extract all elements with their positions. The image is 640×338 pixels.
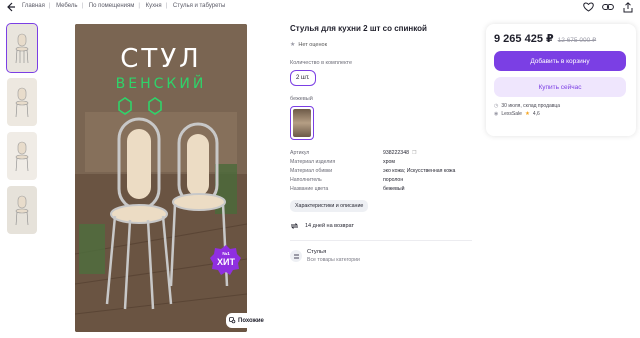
spec-value[interactable]: 938222348 (383, 149, 409, 158)
thumbnail-4[interactable] (7, 186, 37, 234)
product-info: Стулья для кухни 2 шт со спинкой ★ Нет о… (290, 24, 480, 263)
spec-key: Материал обивки (290, 168, 333, 174)
breadcrumb-item-rooms[interactable]: По помещениям (89, 3, 135, 9)
star-icon: ★ (290, 42, 296, 48)
return-policy[interactable]: 14 дней на возврат (290, 222, 480, 230)
seller-info[interactable]: ◉ LexsSale ★ 4,6 (494, 111, 628, 117)
link-icon[interactable] (602, 1, 614, 13)
category-subtitle: Все товары категории (307, 257, 360, 263)
color-label: бежевый (290, 96, 313, 102)
category-name: Стулья (307, 249, 327, 255)
spec-row: Материал обивки эко кожа; Искусственная … (290, 167, 475, 176)
seller-star-icon: ★ (524, 111, 530, 117)
characteristics-button[interactable]: Характеристики и описание (290, 200, 369, 212)
similar-button[interactable]: Похожие (226, 313, 270, 328)
delivery-text: 30 июля, склад продавца (501, 103, 561, 109)
spec-table: Артикул 938222348 ❐ Материал изделия хро… (290, 149, 475, 194)
quantity-label: Количество в комплекте (290, 60, 353, 66)
delivery-info: ◷ 30 июля, склад продавца (494, 103, 628, 109)
thumbnail-1[interactable] (6, 23, 38, 73)
breadcrumb-item-chairs[interactable]: Стулья и табуреты (173, 3, 225, 9)
clock-icon: ◷ (494, 103, 499, 109)
current-price: 9 265 425 ₽ (494, 33, 554, 45)
return-text: 14 дней на возврат (305, 223, 354, 229)
seller-icon: ◉ (494, 111, 499, 117)
category-icon (290, 250, 302, 262)
color-option-beige[interactable] (290, 106, 314, 140)
spec-row: Артикул 938222348 ❐ (290, 149, 475, 158)
spec-key: Материал изделия (290, 159, 336, 165)
spec-value: эко кожа; Искусственная кожа (383, 168, 456, 174)
spec-key: Артикул (290, 150, 310, 156)
spec-row: Материал изделия хром (290, 158, 475, 167)
hit-badge-label: ХИТ (217, 257, 235, 267)
category-link[interactable]: Стулья Все товары категории (290, 249, 480, 263)
similar-label: Похожие (238, 317, 264, 324)
buy-now-button[interactable]: Купить сейчас (494, 77, 626, 97)
copy-icon[interactable]: ❐ (412, 149, 416, 158)
heart-icon[interactable] (582, 1, 594, 13)
thumbnail-strip (6, 23, 38, 240)
product-title: Стулья для кухни 2 шт со спинкой (290, 24, 427, 33)
spec-row: Название цвета бежевый (290, 185, 475, 194)
spec-value: поролон (383, 177, 404, 183)
divider (290, 240, 472, 241)
breadcrumb-item-kitchen[interactable]: Кухня (146, 3, 162, 9)
back-arrow-icon[interactable] (6, 2, 16, 12)
add-to-cart-button[interactable]: Добавить в корзину (494, 51, 626, 71)
hit-badge-number: №1 (222, 251, 230, 256)
product-main-image[interactable]: СТУЛ ВЕНСКИЙ №1 ХИТ (75, 24, 247, 332)
breadcrumb: Главная | Мебель | По помещениям | Кухня | С… (22, 3, 226, 9)
share-icon[interactable] (622, 1, 634, 13)
quantity-option-2[interactable]: 2 шт. (290, 70, 316, 86)
price-block: 9 265 425 ₽ 12 675 000 ₽ (494, 32, 628, 45)
buy-box: 9 265 425 ₽ 12 675 000 ₽ Добавить в корз… (486, 24, 636, 136)
rating[interactable]: ★ Нет оценок (290, 41, 480, 49)
image-subtitle-viennese: ВЕНСКИЙ (115, 76, 207, 92)
thumbnail-3[interactable] (7, 132, 37, 180)
rating-text: Нет оценок (298, 41, 327, 48)
seller-name: LexsSale (501, 111, 522, 117)
old-price: 12 675 000 ₽ (557, 37, 597, 44)
breadcrumb-item-home[interactable]: Главная (22, 3, 45, 9)
hit-badge: №1 ХИТ (210, 244, 242, 276)
return-arrows-icon (290, 223, 299, 229)
seller-rating: 4,6 (532, 111, 540, 117)
breadcrumb-item-furniture[interactable]: Мебель (56, 3, 77, 9)
top-bar: Главная | Мебель | По помещениям | Кухня | С… (0, 0, 640, 16)
spec-key: Название цвета (290, 186, 329, 192)
spec-row: Наполнитель поролон (290, 176, 475, 185)
spec-value: бежевый (383, 186, 405, 192)
image-title-chair: СТУЛ (120, 44, 202, 74)
spec-key: Наполнитель (290, 177, 322, 183)
similar-search-icon (229, 317, 236, 324)
thumbnail-2[interactable] (7, 78, 37, 126)
spec-value: хром (383, 159, 395, 165)
